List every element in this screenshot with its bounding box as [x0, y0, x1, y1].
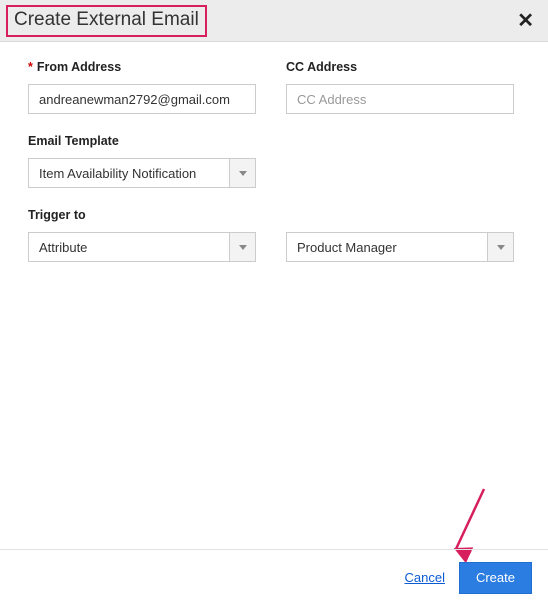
chevron-down-icon: [487, 233, 513, 261]
create-button[interactable]: Create: [459, 562, 532, 594]
from-address-label: * From Address: [28, 60, 256, 74]
field-spacer: [286, 134, 514, 188]
chevron-down-icon: [229, 159, 255, 187]
title-highlight: Create External Email: [6, 5, 207, 37]
dialog-header: Create External Email ✕: [0, 0, 548, 42]
field-cc-address: CC Address: [286, 60, 514, 114]
dialog-title: Create External Email: [14, 9, 199, 30]
from-address-label-text: From Address: [37, 60, 121, 74]
required-marker: *: [28, 60, 33, 74]
cancel-button[interactable]: Cancel: [405, 570, 445, 585]
dialog-footer: Cancel Create: [0, 549, 548, 605]
trigger-recipient-select[interactable]: Product Manager: [286, 232, 514, 262]
row-trigger: Attribute Product Manager: [28, 232, 526, 262]
from-address-input[interactable]: [28, 84, 256, 114]
email-template-select[interactable]: Item Availability Notification: [28, 158, 256, 188]
chevron-down-icon: [229, 233, 255, 261]
field-from-address: * From Address: [28, 60, 256, 114]
trigger-to-value: Attribute: [29, 233, 229, 261]
cc-address-label: CC Address: [286, 60, 514, 74]
close-icon[interactable]: ✕: [515, 9, 536, 33]
row-template: Email Template Item Availability Notific…: [28, 134, 526, 188]
cc-address-input[interactable]: [286, 84, 514, 114]
email-template-value: Item Availability Notification: [29, 159, 229, 187]
field-trigger-to: Trigger to Attribute Product Manager: [28, 208, 526, 262]
field-email-template: Email Template Item Availability Notific…: [28, 134, 256, 188]
email-template-label: Email Template: [28, 134, 256, 148]
trigger-recipient-value: Product Manager: [287, 233, 487, 261]
dialog-body: * From Address CC Address Email Template …: [0, 42, 548, 262]
row-addresses: * From Address CC Address: [28, 60, 526, 114]
trigger-to-label: Trigger to: [28, 208, 526, 222]
trigger-to-select[interactable]: Attribute: [28, 232, 256, 262]
